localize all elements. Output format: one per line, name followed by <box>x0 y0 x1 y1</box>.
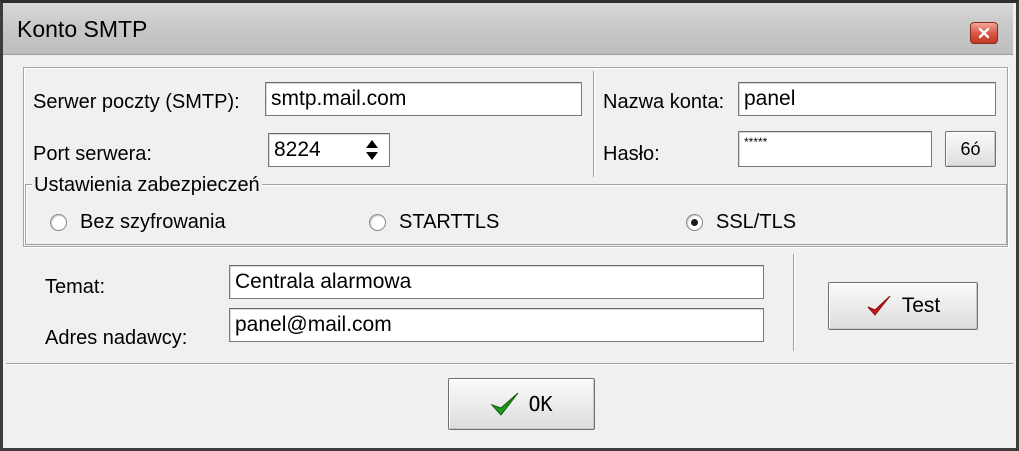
close-icon <box>978 27 990 39</box>
red-check-icon <box>867 295 891 316</box>
port-spin-buttons[interactable] <box>361 135 383 165</box>
close-button[interactable] <box>970 22 998 44</box>
radio-ssl-tls-label: SSL/TLS <box>716 211 797 233</box>
smtp-server-field[interactable]: smtp.mail.com <box>265 82 582 116</box>
server-port-value: 8224 <box>274 138 321 161</box>
account-name-label: Nazwa konta: <box>603 91 725 113</box>
radio-ssl-tls-circle[interactable] <box>686 213 703 231</box>
server-port-label: Port serwera: <box>33 143 152 165</box>
title-bar[interactable]: Konto SMTP <box>3 3 1013 55</box>
password-label: Hasło: <box>603 143 660 165</box>
radio-starttls-circle[interactable] <box>369 213 386 231</box>
smtp-server-label: Serwer poczty (SMTP): <box>33 91 240 113</box>
green-check-icon <box>490 392 519 416</box>
ok-button-label: OK <box>528 392 553 416</box>
radio-selected-dot <box>691 218 698 226</box>
radio-no-encryption-circle[interactable] <box>50 213 67 231</box>
server-account-separator <box>593 71 595 177</box>
test-button[interactable]: Test <box>828 282 978 330</box>
glasses-icon: 6ó <box>960 138 981 159</box>
radio-starttls-label: STARTTLS <box>399 211 500 233</box>
security-settings-legend: Ustawienia zabezpieczeń <box>32 173 262 197</box>
radio-no-encryption[interactable]: Bez szyfrowania <box>50 209 226 235</box>
spin-updown-icon <box>366 140 378 160</box>
ok-button[interactable]: OK <box>448 378 595 430</box>
password-field[interactable]: ***** <box>738 131 932 167</box>
sender-address-field[interactable]: panel@mail.com <box>229 308 764 342</box>
subject-field[interactable]: Centrala alarmowa <box>229 265 764 299</box>
window-title: Konto SMTP <box>17 16 148 42</box>
footer-separator <box>6 363 1013 365</box>
radio-starttls[interactable]: STARTTLS <box>369 209 499 235</box>
test-button-label: Test <box>901 294 941 317</box>
smtp-account-dialog: Konto SMTP Serwer poczty (SMTP): smtp.ma… <box>0 0 1019 451</box>
radio-no-encryption-label: Bez szyfrowania <box>80 211 226 233</box>
show-password-button[interactable]: 6ó <box>945 131 996 167</box>
test-separator <box>793 254 795 351</box>
subject-label: Temat: <box>45 276 106 298</box>
account-name-field[interactable]: panel <box>738 82 996 116</box>
radio-ssl-tls[interactable]: SSL/TLS <box>686 209 796 235</box>
password-mask: ***** <box>744 135 768 149</box>
sender-address-label: Adres nadawcy: <box>45 327 188 349</box>
